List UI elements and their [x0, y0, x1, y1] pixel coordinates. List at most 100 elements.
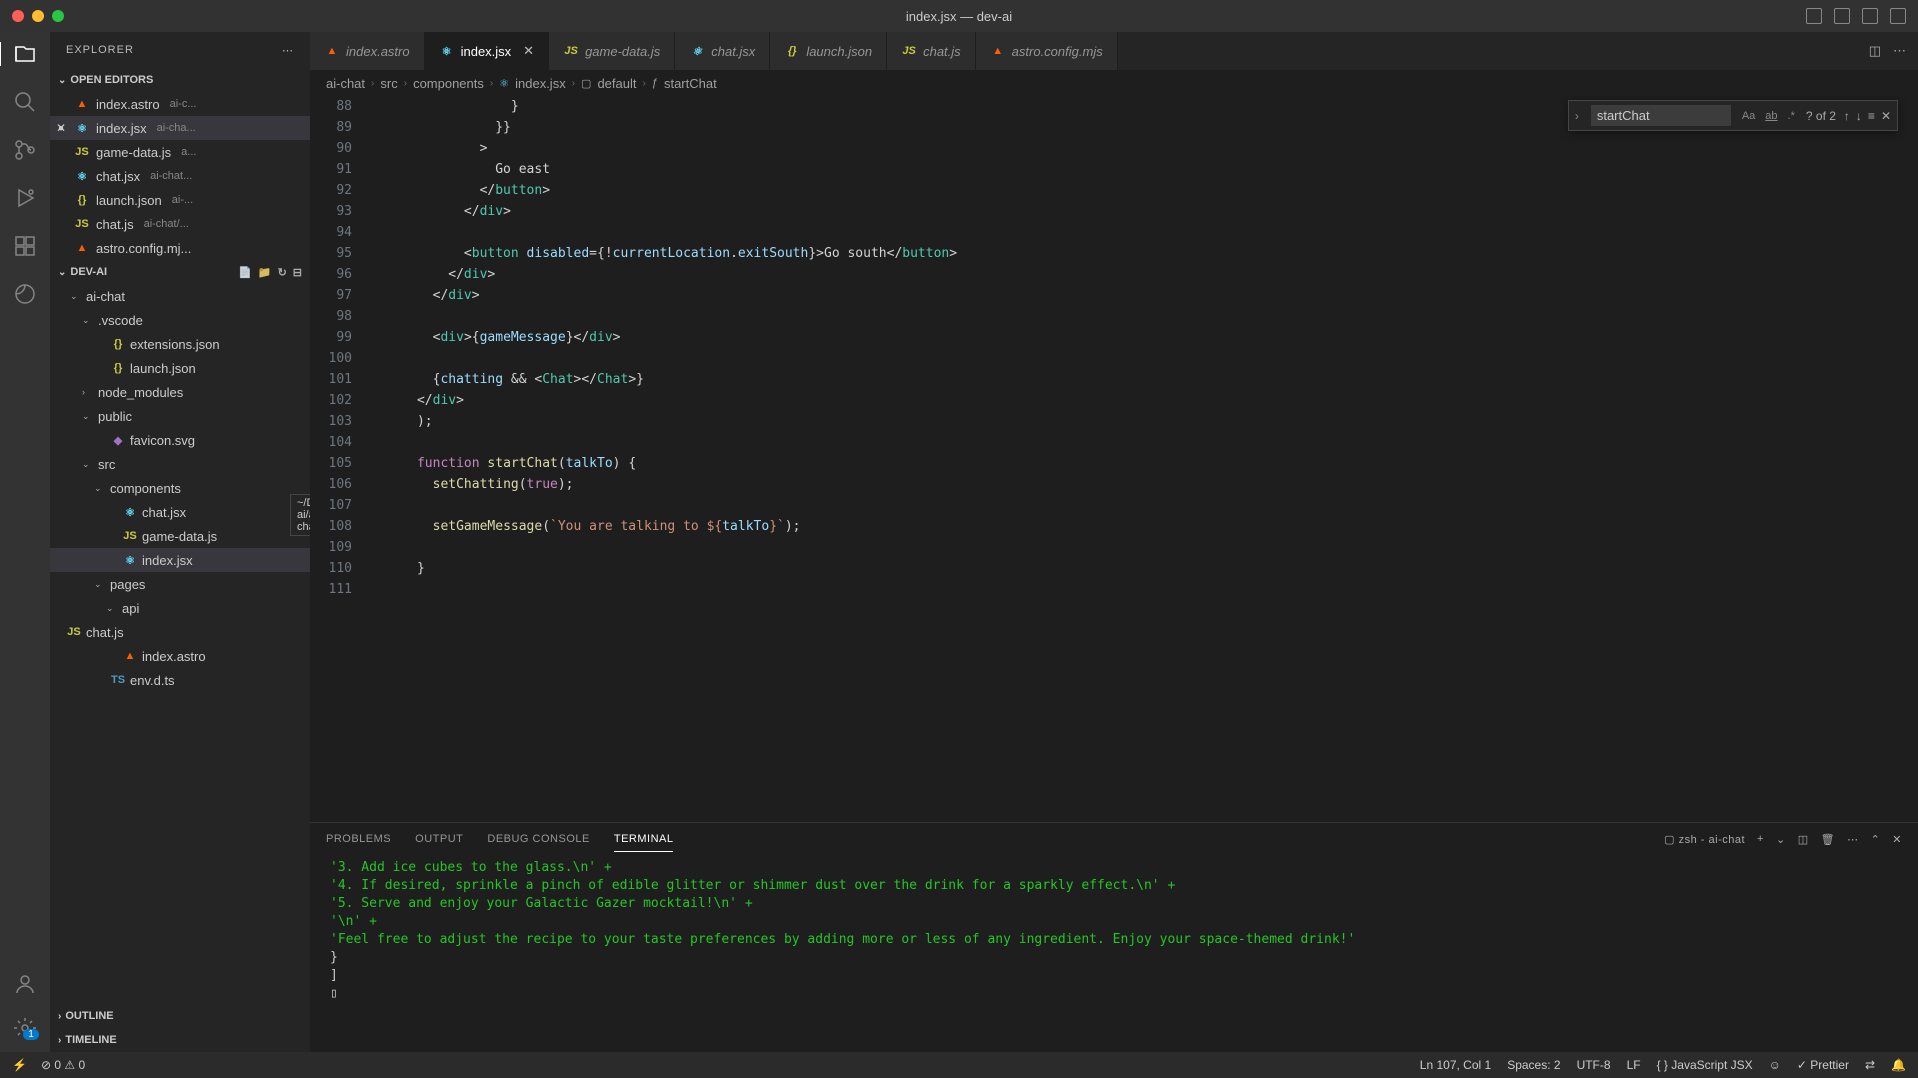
panel-tab[interactable]: TERMINAL	[614, 827, 674, 852]
folder-item[interactable]: ⌄public	[50, 404, 310, 428]
folder-item[interactable]: ⌄components	[50, 476, 310, 500]
editor-tab[interactable]: ⚛chat.jsx	[675, 32, 770, 70]
folder-item[interactable]: ⌄api	[50, 596, 310, 620]
eol-status[interactable]: LF	[1627, 1058, 1641, 1072]
minimize-window[interactable]	[32, 10, 44, 22]
more-icon[interactable]: ⋯	[1893, 43, 1906, 59]
new-terminal-icon[interactable]: +	[1757, 833, 1764, 845]
open-editors-header[interactable]: ⌄ OPEN EDITORS	[50, 68, 310, 92]
match-case-icon[interactable]: Aa	[1739, 109, 1758, 123]
open-editor-item[interactable]: ▲index.astroai-c...	[50, 92, 310, 116]
file-item[interactable]: {}launch.json	[50, 356, 310, 380]
layout-panel-icon[interactable]	[1834, 8, 1850, 24]
new-folder-icon[interactable]: 📁	[258, 266, 272, 279]
feedback-icon[interactable]: ☺	[1769, 1058, 1781, 1072]
indent-status[interactable]: Spaces: 2	[1507, 1058, 1560, 1072]
prettier-status[interactable]: ✓ Prettier	[1797, 1058, 1849, 1072]
open-editor-item[interactable]: ⚛chat.jsxai-chat...	[50, 164, 310, 188]
open-editor-item[interactable]: ✕⚛index.jsxai-cha...	[50, 116, 310, 140]
refresh-icon[interactable]: ↻	[278, 266, 287, 279]
editor-tab[interactable]: JSchat.js	[887, 32, 976, 70]
panel: PROBLEMS OUTPUT DEBUG CONSOLE TERMINAL ▢ zs…	[310, 822, 1918, 1052]
close-panel-icon[interactable]: ✕	[1892, 833, 1902, 846]
find-close-icon[interactable]: ✕	[1881, 109, 1891, 123]
project-header[interactable]: ⌄ DEV-AI 📄 📁 ↻ ⊟	[50, 260, 310, 284]
language-status[interactable]: { } JavaScript JSX	[1657, 1058, 1753, 1072]
folder-item[interactable]: ⌄src	[50, 452, 310, 476]
path-tooltip: ~/Documents/dev-ai/ai-chat/src/component…	[290, 494, 310, 536]
match-word-icon[interactable]: ab	[1762, 109, 1780, 123]
errors-status[interactable]: ⊘ 0 ⚠ 0	[41, 1058, 85, 1072]
extensions-icon[interactable]	[13, 234, 37, 258]
open-editor-item[interactable]: ▲astro.config.mj...	[50, 236, 310, 260]
file-item[interactable]: ▲index.astro	[50, 644, 310, 668]
close-tab-icon[interactable]: ✕	[523, 43, 534, 59]
editor[interactable]: 8889909192939495969798991001011021031041…	[310, 96, 1918, 822]
explorer-icon[interactable]	[0, 42, 49, 66]
editor-tab[interactable]: ▲astro.config.mjs	[976, 32, 1118, 70]
file-item[interactable]: ⚛chat.jsx	[50, 500, 310, 524]
encoding-status[interactable]: UTF-8	[1577, 1058, 1611, 1072]
panel-tab[interactable]: PROBLEMS	[326, 827, 391, 852]
layout-sidebar-left-icon[interactable]	[1806, 8, 1822, 24]
editor-tab[interactable]: ▲index.astro	[310, 32, 425, 70]
maximize-panel-icon[interactable]: ⌃	[1871, 833, 1881, 846]
folder-item[interactable]: ⌄pages	[50, 572, 310, 596]
file-item[interactable]: {}extensions.json	[50, 332, 310, 356]
find-prev-icon[interactable]: ↑	[1844, 109, 1850, 123]
terminal-dropdown-icon[interactable]: ⌄	[1776, 833, 1786, 846]
chevron-right-icon: ›	[58, 1011, 61, 1022]
remote-icon[interactable]: ⚡	[12, 1058, 27, 1072]
minimap[interactable]	[1904, 96, 1918, 822]
new-file-icon[interactable]: 📄	[238, 266, 252, 279]
terminal-picker[interactable]: ▢ zsh - ai-chat	[1664, 833, 1745, 846]
close-window[interactable]	[12, 10, 24, 22]
ports-icon[interactable]: ⇄	[1865, 1058, 1875, 1072]
file-item[interactable]: ◆favicon.svg	[50, 428, 310, 452]
maximize-window[interactable]	[52, 10, 64, 22]
find-next-icon[interactable]: ↓	[1856, 109, 1862, 123]
split-editor-icon[interactable]: ◫	[1869, 43, 1881, 59]
sidebar-more-icon[interactable]: ⋯	[282, 44, 294, 57]
folder-item[interactable]: ⌄.vscode	[50, 308, 310, 332]
panel-tab[interactable]: OUTPUT	[415, 827, 463, 852]
breadcrumbs[interactable]: ai-chat› src› components› ⚛index.jsx› ▢d…	[310, 70, 1918, 96]
cursor-position[interactable]: Ln 107, Col 1	[1420, 1058, 1491, 1072]
open-editor-item[interactable]: {}launch.jsonai-...	[50, 188, 310, 212]
kill-terminal-icon[interactable]: 🗑	[1821, 833, 1835, 846]
open-editor-item[interactable]: JSchat.jsai-chat/...	[50, 212, 310, 236]
folder-item[interactable]: ⌄ai-chat	[50, 284, 310, 308]
layout-customize-icon[interactable]	[1890, 8, 1906, 24]
regex-icon[interactable]: .*	[1785, 109, 1798, 123]
editor-tab[interactable]: ⚛index.jsx✕	[425, 32, 549, 70]
find-toggle-icon[interactable]: ›	[1575, 109, 1579, 123]
chevron-down-icon: ⌄	[58, 75, 66, 86]
close-icon[interactable]: ✕	[56, 121, 66, 135]
open-editor-item[interactable]: JSgame-data.jsa...	[50, 140, 310, 164]
split-terminal-icon[interactable]: ◫	[1798, 833, 1809, 846]
panel-tab[interactable]: DEBUG CONSOLE	[487, 827, 589, 852]
find-input[interactable]	[1591, 105, 1731, 126]
edge-icon[interactable]	[13, 282, 37, 306]
outline-header[interactable]: › OUTLINE	[50, 1004, 310, 1028]
editor-tab[interactable]: {}launch.json	[770, 32, 887, 70]
account-icon[interactable]	[13, 972, 37, 996]
settings-icon[interactable]: 1	[13, 1016, 37, 1040]
terminal[interactable]: '3. Add ice cubes to the glass.\n' + '4.…	[310, 855, 1918, 1052]
find-selection-icon[interactable]: ≡	[1868, 109, 1875, 123]
search-icon[interactable]	[13, 90, 37, 114]
file-item[interactable]: JSchat.js	[50, 620, 310, 644]
file-item[interactable]: ⚛index.jsx	[50, 548, 310, 572]
timeline-header[interactable]: › TIMELINE	[50, 1028, 310, 1052]
collapse-icon[interactable]: ⊟	[293, 266, 302, 279]
editor-tab[interactable]: JSgame-data.js	[549, 32, 675, 70]
file-item[interactable]: JSgame-data.js	[50, 524, 310, 548]
more-icon[interactable]: ⋯	[1847, 833, 1859, 846]
run-debug-icon[interactable]	[13, 186, 37, 210]
folder-item[interactable]: ›node_modules	[50, 380, 310, 404]
layout-sidebar-right-icon[interactable]	[1862, 8, 1878, 24]
source-control-icon[interactable]	[13, 138, 37, 162]
file-item[interactable]: TSenv.d.ts	[50, 668, 310, 692]
notifications-icon[interactable]: 🔔	[1891, 1058, 1906, 1072]
find-count: ? of 2	[1806, 109, 1836, 123]
